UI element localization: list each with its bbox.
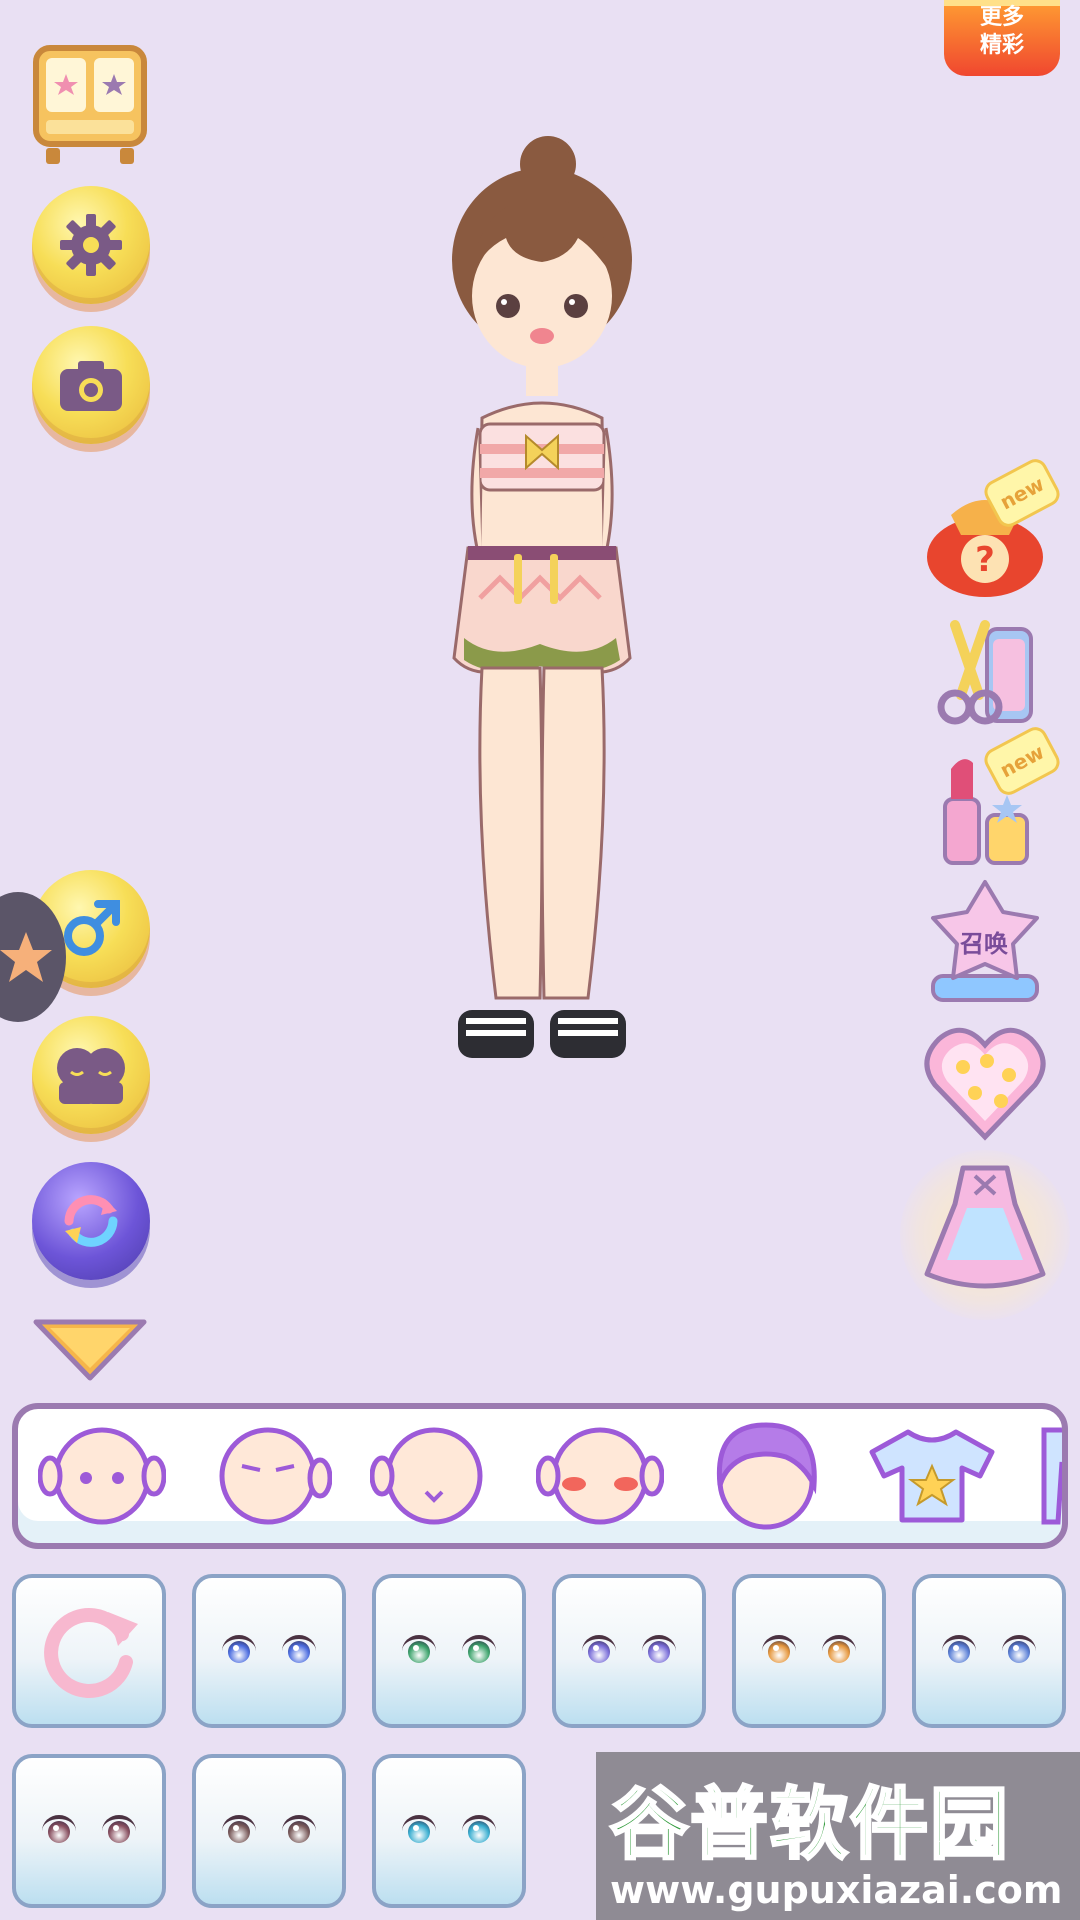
- watermark-title: 谷普软件园: [608, 1779, 1011, 1872]
- eye-pair-icon: [942, 1635, 1036, 1667]
- eye-option[interactable]: [192, 1754, 346, 1908]
- watermark-url: www.gupuxiazai.com: [610, 1868, 1063, 1912]
- face-blush-icon: [536, 1427, 664, 1525]
- category-tops[interactable]: [868, 1426, 996, 1526]
- character-avatar: [452, 136, 632, 1058]
- category-bottoms[interactable]: [1034, 1426, 1062, 1526]
- eye-icon: [822, 1635, 856, 1667]
- male-gender-icon: [64, 900, 120, 956]
- swap-button[interactable]: [32, 1162, 150, 1280]
- category-face-brows[interactable]: [204, 1426, 332, 1526]
- face-brows-icon: [219, 1427, 332, 1525]
- reset-button[interactable]: [12, 1574, 166, 1728]
- eye-icon: [462, 1815, 496, 1847]
- star-heart-icon: [924, 1027, 1046, 1141]
- eye-icon: [102, 1815, 136, 1847]
- eye-pair-icon: [222, 1635, 316, 1667]
- chevron-down-icon: [33, 1319, 147, 1381]
- makeup-button[interactable]: new: [920, 722, 1064, 874]
- eye-pair-icon: [402, 1815, 496, 1847]
- category-face-mouth[interactable]: [370, 1426, 498, 1526]
- dress-button[interactable]: [920, 1160, 1050, 1290]
- eye-option[interactable]: [372, 1574, 526, 1728]
- eye-icon: [282, 1815, 316, 1847]
- swap-icon: [64, 1195, 118, 1247]
- gear-icon: [60, 214, 122, 276]
- couple-button[interactable]: [32, 1016, 150, 1134]
- camera-button[interactable]: [32, 326, 150, 444]
- settings-button[interactable]: [32, 186, 150, 304]
- lucky-bag-button[interactable]: ? new: [920, 454, 1064, 606]
- eye-icon: [942, 1635, 976, 1667]
- dress-icon: [924, 1165, 1046, 1289]
- eye-pair-icon: [42, 1815, 136, 1847]
- svg-text:?: ?: [975, 540, 995, 580]
- camera-icon: [60, 361, 122, 411]
- eye-icon: [402, 1635, 436, 1667]
- wardrobe-icon: [33, 45, 147, 164]
- scissors-icon: [937, 620, 1033, 725]
- eye-pair-icon: [222, 1815, 316, 1847]
- eye-icon: [282, 1635, 316, 1667]
- eye-icon: [1002, 1635, 1036, 1667]
- eye-icon: [42, 1815, 76, 1847]
- star-icon: [0, 932, 52, 982]
- pants-icon: [1041, 1427, 1062, 1525]
- eye-option[interactable]: [372, 1754, 526, 1908]
- category-bar: [12, 1403, 1068, 1549]
- wardrobe-button[interactable]: [32, 44, 148, 168]
- category-face-blush[interactable]: [536, 1426, 664, 1526]
- eye-icon: [582, 1635, 616, 1667]
- face-mouth-icon: [370, 1427, 483, 1525]
- eye-icon: [762, 1635, 796, 1667]
- eye-icon: [462, 1635, 496, 1667]
- category-hair[interactable]: [702, 1422, 830, 1530]
- scissors-button[interactable]: [920, 610, 1050, 740]
- more-badge[interactable]: 更多 精彩: [944, 0, 1060, 76]
- category-face-eyes[interactable]: [38, 1426, 166, 1526]
- hair-icon: [716, 1422, 817, 1530]
- couple-icon: [57, 1048, 125, 1104]
- eye-icon: [222, 1635, 256, 1667]
- eye-option[interactable]: [732, 1574, 886, 1728]
- eye-icon: [402, 1815, 436, 1847]
- eye-icon: [222, 1815, 256, 1847]
- summon-label: 召唤: [960, 930, 1008, 958]
- watermark: 谷普软件园 www.gupuxiazai.com: [596, 1752, 1080, 1920]
- eye-pair-icon: [402, 1635, 496, 1667]
- constellation-button[interactable]: [920, 1018, 1050, 1148]
- eye-option[interactable]: [912, 1574, 1066, 1728]
- face-dots-icon: [38, 1427, 166, 1525]
- eye-option[interactable]: [552, 1574, 706, 1728]
- eye-pair-icon: [762, 1635, 856, 1667]
- eye-option[interactable]: [192, 1574, 346, 1728]
- more-badge-line2: 精彩: [979, 33, 1024, 58]
- summon-button[interactable]: 召唤: [920, 876, 1050, 1006]
- more-badge-line1: 更多: [979, 5, 1024, 30]
- eye-pair-icon: [582, 1635, 676, 1667]
- shirt-star-icon: [869, 1429, 995, 1523]
- collapse-button[interactable]: [32, 1318, 148, 1382]
- eye-option[interactable]: [12, 1754, 166, 1908]
- eye-icon: [642, 1635, 676, 1667]
- reset-icon: [44, 1608, 138, 1698]
